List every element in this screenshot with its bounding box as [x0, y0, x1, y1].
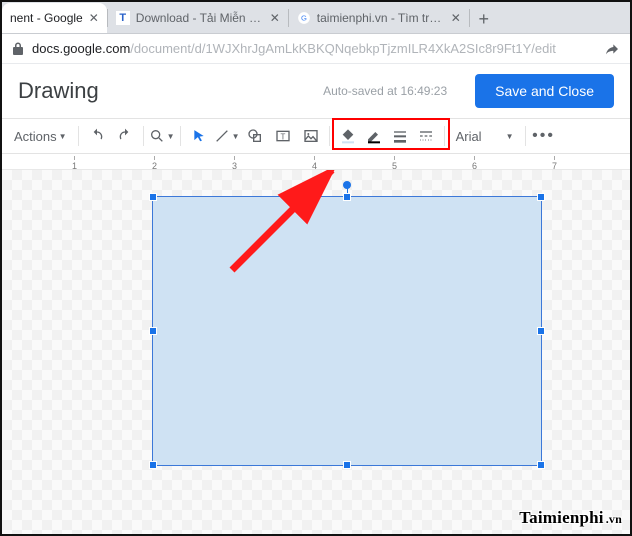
resize-handle[interactable] [149, 327, 157, 335]
resize-handle[interactable] [149, 461, 157, 469]
close-icon[interactable]: ✕ [89, 11, 99, 25]
svg-text:G: G [301, 13, 307, 22]
actions-menu[interactable]: Actions▼ [8, 123, 73, 149]
more-options-button[interactable]: ••• [531, 123, 557, 149]
resize-handle[interactable] [537, 327, 545, 335]
browser-tab[interactable]: G taimienphi.vn - Tìm trên Goo ✕ [289, 3, 469, 33]
rotation-handle[interactable] [343, 181, 351, 189]
drawing-toolbar: Actions▼ ▼ ▼ T [2, 118, 630, 154]
resize-handle[interactable] [537, 461, 545, 469]
undo-button[interactable] [84, 123, 110, 149]
tab-label: nent - Google [10, 11, 83, 25]
browser-tabstrip: nent - Google ✕ T Download - Tải Miễn Ph… [2, 2, 630, 34]
address-bar: docs.google.com/document/d/1WJXhrJgAmLkK… [2, 34, 630, 64]
close-icon[interactable]: ✕ [270, 11, 280, 25]
border-weight-button[interactable] [387, 123, 413, 149]
close-icon[interactable]: ✕ [451, 11, 461, 25]
url-text[interactable]: docs.google.com/document/d/1WJXhrJgAmLkK… [32, 41, 556, 56]
new-tab-button[interactable]: + [470, 5, 498, 33]
text-box-tool[interactable]: T [270, 123, 296, 149]
save-and-close-button[interactable]: Save and Close [475, 74, 614, 108]
resize-handle[interactable] [149, 193, 157, 201]
border-dash-button[interactable] [413, 123, 439, 149]
share-icon[interactable] [604, 41, 620, 57]
svg-text:T: T [280, 132, 285, 141]
zoom-button[interactable]: ▼ [149, 123, 175, 149]
resize-handle[interactable] [343, 461, 351, 469]
select-tool[interactable] [186, 123, 212, 149]
watermark: Taimienphi.vn [519, 508, 622, 528]
image-tool[interactable] [298, 123, 324, 149]
autosave-status: Auto-saved at 16:49:23 [323, 84, 447, 98]
tab-label: Download - Tải Miễn Phí VN [136, 11, 264, 25]
shape-tool[interactable] [242, 123, 268, 149]
selected-rectangle-shape[interactable] [152, 196, 542, 466]
resize-handle[interactable] [343, 193, 351, 201]
font-selector[interactable]: Arial▼ [450, 123, 520, 149]
drawing-canvas[interactable]: Taimienphi.vn [2, 170, 630, 534]
tab-label: taimienphi.vn - Tìm trên Goo [317, 11, 445, 25]
favicon-t-icon: T [116, 11, 130, 25]
horizontal-ruler: 1 2 3 4 5 6 7 [2, 154, 630, 170]
resize-handle[interactable] [537, 193, 545, 201]
redo-button[interactable] [112, 123, 138, 149]
border-color-button[interactable] [361, 123, 387, 149]
drawing-title: Drawing [18, 78, 99, 104]
drawing-header: Drawing Auto-saved at 16:49:23 Save and … [2, 64, 630, 118]
lock-icon[interactable] [12, 42, 24, 56]
fill-color-button[interactable] [335, 123, 361, 149]
browser-tab[interactable]: T Download - Tải Miễn Phí VN ✕ [108, 3, 288, 33]
favicon-google-icon: G [297, 11, 311, 25]
browser-tab-active[interactable]: nent - Google ✕ [2, 3, 107, 33]
line-tool[interactable]: ▼ [214, 123, 240, 149]
